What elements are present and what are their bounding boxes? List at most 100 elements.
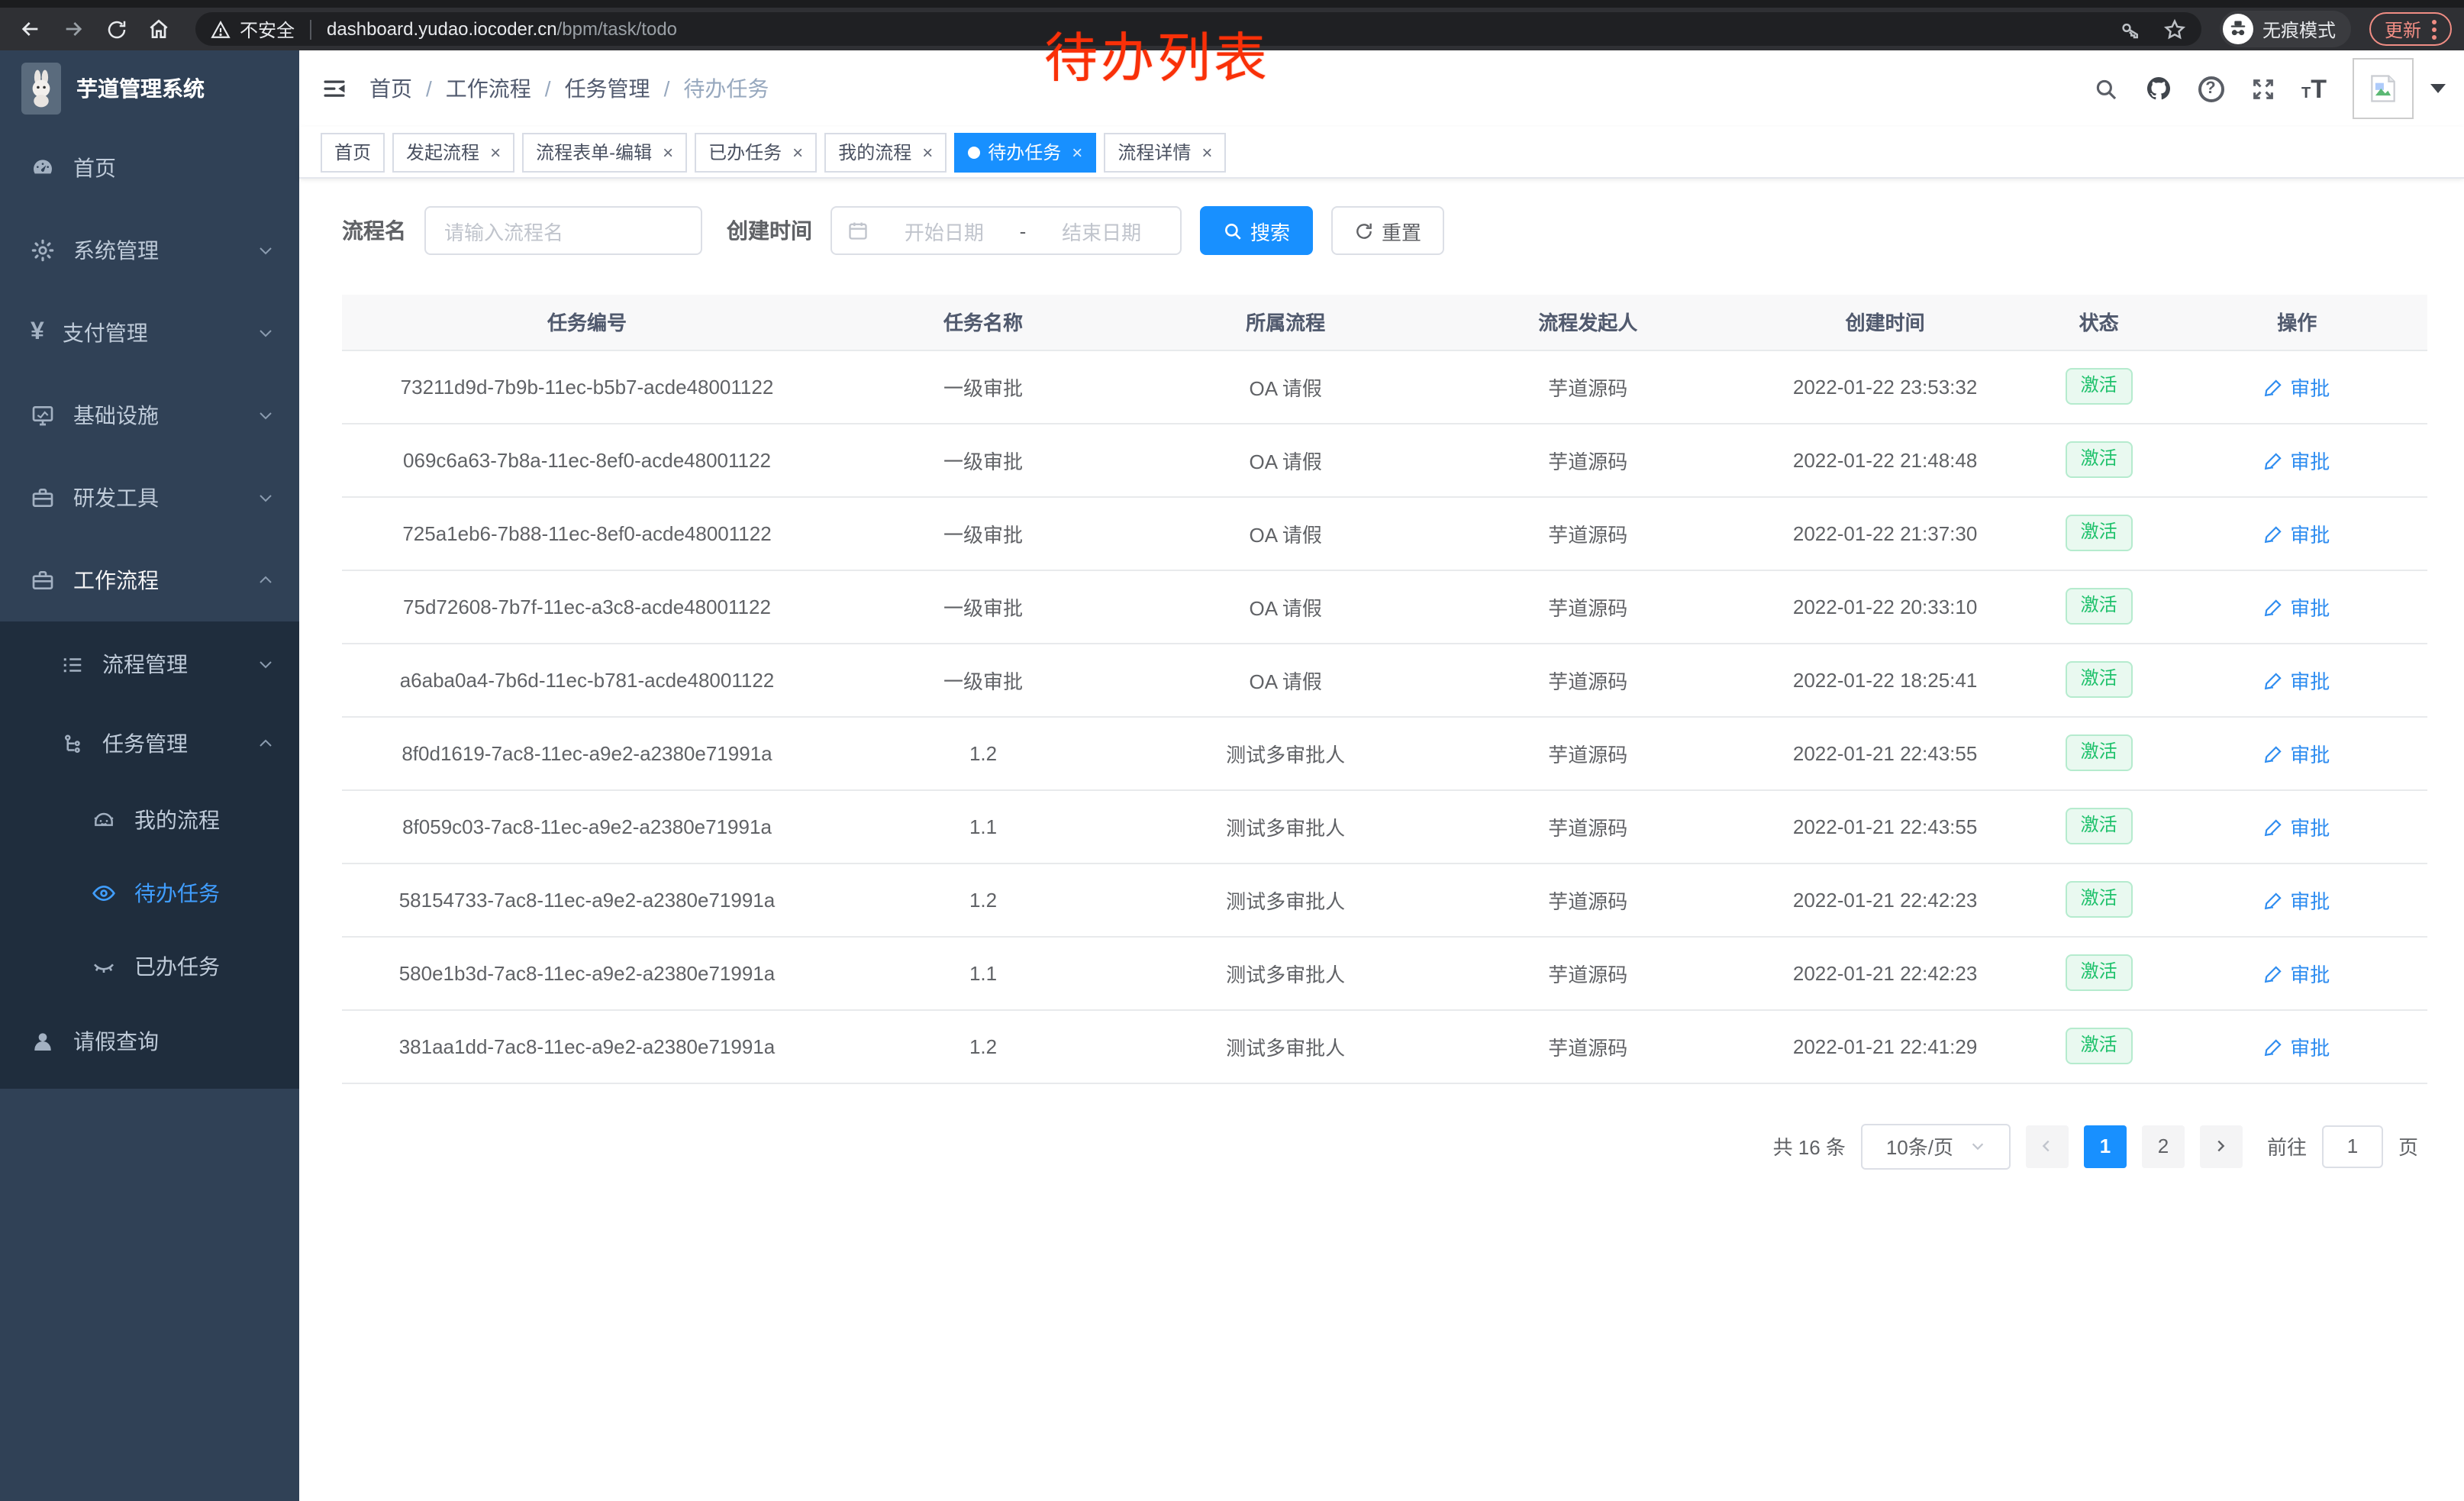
approve-link[interactable]: 审批: [2264, 885, 2330, 914]
breadcrumb-item[interactable]: 待办任务: [683, 73, 769, 104]
col-create-time: 创建时间: [1739, 295, 2030, 350]
tab[interactable]: 流程表单-编辑 ×: [522, 132, 687, 172]
task-id-cell: 8f059c03-7ac8-11ec-a9e2-a2380e71991a: [342, 789, 832, 863]
briefcase-icon: [31, 486, 55, 510]
breadcrumb-item[interactable]: 任务管理 /: [565, 73, 684, 104]
breadcrumb-item[interactable]: 首页 /: [369, 73, 446, 104]
sidebar-item-payment[interactable]: ¥ 支付管理: [0, 292, 299, 374]
prev-page-button[interactable]: [2026, 1125, 2069, 1167]
approve-link[interactable]: 审批: [2264, 958, 2330, 987]
tab[interactable]: 发起流程 ×: [392, 132, 514, 172]
app-header: 首页 / 工作流程 / 任务管理 /: [299, 50, 2464, 127]
github-icon[interactable]: [2144, 75, 2172, 102]
page-size-select[interactable]: 10条/页: [1861, 1123, 2011, 1169]
close-icon[interactable]: ×: [1201, 143, 1212, 161]
approve-link[interactable]: 审批: [2264, 445, 2330, 474]
bookmark-star-icon[interactable]: [2163, 18, 2186, 40]
col-process: 所属流程: [1134, 295, 1437, 350]
approve-link[interactable]: 审批: [2264, 665, 2330, 694]
key-icon[interactable]: [2119, 18, 2142, 40]
table-row: 725a1eb6-7b88-11ec-8ef0-acde48001122 一级审…: [342, 496, 2427, 570]
task-id-cell: 381aa1dd-7ac8-11ec-a9e2-a2380e71991a: [342, 1009, 832, 1083]
task-name-cell: 1.2: [832, 1009, 1134, 1083]
kebab-menu-icon[interactable]: [2432, 19, 2437, 39]
starter-cell: 芋道源码: [1437, 1009, 1739, 1083]
chevron-down-icon: [1969, 1138, 1985, 1154]
sidebar-fold-icon[interactable]: [321, 75, 348, 102]
close-icon[interactable]: ×: [792, 143, 803, 161]
page-buttons: 1 2: [2084, 1125, 2185, 1167]
home-icon[interactable]: [140, 11, 177, 47]
sidebar-item-my-process[interactable]: 我的流程: [0, 783, 299, 857]
next-page-button[interactable]: [2200, 1125, 2243, 1167]
approve-link[interactable]: 审批: [2264, 738, 2330, 767]
url-text: dashboard.yudao.iocoder.cn/bpm/task/todo: [327, 18, 677, 40]
table-row: 069c6a63-7b8a-11ec-8ef0-acde48001122 一级审…: [342, 423, 2427, 496]
chevron-down-icon: [256, 655, 275, 673]
font-size-icon[interactable]: TT: [2301, 76, 2327, 102]
table-row: 8f0d1619-7ac8-11ec-a9e2-a2380e71991a 1.2…: [342, 716, 2427, 789]
task-id-cell: a6aba0a4-7b6d-11ec-b781-acde48001122: [342, 643, 832, 716]
page-number-button[interactable]: 2: [2142, 1125, 2185, 1167]
search-icon[interactable]: [2092, 76, 2118, 102]
tags-view: 首页 × 发起流程 × 流程表单-编辑 ×: [299, 127, 2464, 179]
help-icon[interactable]: ?: [2198, 76, 2224, 102]
create-time-cell: 2022-01-21 22:43:55: [1739, 789, 2030, 863]
approve-link[interactable]: 审批: [2264, 518, 2330, 547]
yen-icon: ¥: [31, 319, 44, 347]
sidebar-item-process-mgmt[interactable]: 流程管理: [0, 625, 299, 704]
close-icon[interactable]: ×: [663, 143, 673, 161]
edit-icon: [2264, 889, 2284, 909]
approve-link[interactable]: 审批: [2264, 592, 2330, 621]
tab[interactable]: 已办任务 ×: [695, 132, 817, 172]
sidebar-item-task-mgmt[interactable]: 任务管理: [0, 704, 299, 783]
update-menu-button[interactable]: 更新: [2369, 12, 2452, 46]
goto-label: 前往: [2267, 1131, 2307, 1160]
approve-link[interactable]: 审批: [2264, 372, 2330, 401]
table-row: 381aa1dd-7ac8-11ec-a9e2-a2380e71991a 1.2…: [342, 1009, 2427, 1083]
avatar-caret-icon[interactable]: [2430, 84, 2446, 93]
sidebar-item-devtools[interactable]: 研发工具: [0, 457, 299, 539]
create-time-cell: 2022-01-22 18:25:41: [1739, 643, 2030, 716]
security-label: 不安全: [240, 16, 295, 42]
task-id-cell: 8f0d1619-7ac8-11ec-a9e2-a2380e71991a: [342, 716, 832, 789]
forward-icon[interactable]: [55, 11, 92, 47]
sidebar-item-leave-query[interactable]: 请假查询: [0, 1003, 299, 1080]
reload-icon[interactable]: [98, 11, 134, 47]
tab[interactable]: 待办任务 ×: [954, 132, 1096, 172]
back-icon[interactable]: [12, 11, 49, 47]
close-icon[interactable]: ×: [490, 143, 501, 161]
page-number-button[interactable]: 1: [2084, 1125, 2127, 1167]
fullscreen-icon[interactable]: [2250, 76, 2275, 102]
chevron-up-icon: [256, 571, 275, 589]
search-button[interactable]: 搜索: [1200, 206, 1313, 255]
approve-link[interactable]: 审批: [2264, 812, 2330, 841]
task-id-cell: 73211d9d-7b9b-11ec-b5b7-acde48001122: [342, 350, 832, 423]
tab[interactable]: 首页 ×: [321, 132, 385, 172]
close-icon[interactable]: ×: [1072, 143, 1082, 161]
date-range-picker[interactable]: 开始日期 - 结束日期: [830, 206, 1182, 255]
approve-link[interactable]: 审批: [2264, 1031, 2330, 1060]
create-time-cell: 2022-01-22 23:53:32: [1739, 350, 2030, 423]
tab[interactable]: 我的流程 ×: [824, 132, 947, 172]
goto-page-input[interactable]: 1: [2322, 1125, 2383, 1167]
sidebar-item-infra[interactable]: 基础设施: [0, 374, 299, 457]
sidebar-item-done-tasks[interactable]: 已办任务: [0, 930, 299, 1003]
starter-cell: 芋道源码: [1437, 863, 1739, 936]
table-row: a6aba0a4-7b6d-11ec-b781-acde48001122 一级审…: [342, 643, 2427, 716]
avatar[interactable]: [2353, 58, 2414, 119]
sidebar-item-todo-tasks[interactable]: 待办任务: [0, 857, 299, 930]
task-name-cell: 一级审批: [832, 643, 1134, 716]
tab[interactable]: 流程详情 ×: [1104, 132, 1226, 172]
breadcrumb-item[interactable]: 工作流程 /: [446, 73, 565, 104]
edit-icon: [2264, 523, 2284, 543]
sidebar-item-system[interactable]: 系统管理: [0, 209, 299, 292]
sidebar-item-workflow[interactable]: 工作流程: [0, 539, 299, 621]
reset-button[interactable]: 重置: [1331, 206, 1444, 255]
process-name-input[interactable]: 请输入流程名: [424, 206, 702, 255]
workflow-submenu: 流程管理 任务管理: [0, 621, 299, 1089]
close-icon[interactable]: ×: [922, 143, 933, 161]
sidebar-item-home[interactable]: 首页: [0, 127, 299, 209]
table-body: 73211d9d-7b9b-11ec-b5b7-acde48001122 一级审…: [342, 350, 2427, 1083]
breadcrumb-separator: /: [664, 76, 670, 101]
